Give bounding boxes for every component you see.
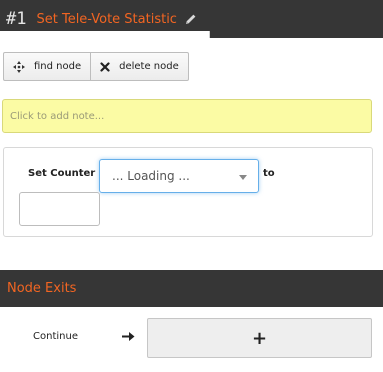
find-node-label: find node	[34, 61, 82, 72]
exit-continue-target-button[interactable]: +	[147, 318, 372, 358]
counter-select-value: ... Loading ...	[112, 169, 190, 183]
counter-value-input[interactable]	[19, 192, 100, 226]
crosshair-icon	[13, 60, 25, 73]
header-tab	[0, 31, 210, 38]
close-icon	[100, 61, 110, 72]
add-target-label: +	[251, 327, 268, 349]
node-toolbar: find node delete node	[3, 52, 189, 81]
delete-node-button[interactable]: delete node	[90, 53, 188, 80]
counter-panel: Set Counter ... Loading ... to	[3, 147, 373, 237]
exit-continue-label: Continue	[33, 331, 78, 342]
to-label: to	[263, 168, 275, 179]
counter-select[interactable]: ... Loading ...	[99, 159, 259, 193]
delete-node-label: delete node	[119, 61, 179, 72]
node-exits-header: Node Exits	[0, 270, 383, 307]
pencil-icon[interactable]	[185, 13, 197, 25]
node-number: #1	[6, 9, 27, 29]
node-title[interactable]: Set Tele-Vote Statistic	[36, 12, 176, 27]
add-note-field[interactable]: Click to add note...	[2, 99, 372, 133]
node-header: #1 Set Tele-Vote Statistic	[0, 0, 383, 38]
set-counter-label: Set Counter	[28, 168, 96, 179]
find-node-button[interactable]: find node	[4, 53, 90, 80]
note-placeholder: Click to add note...	[10, 110, 105, 122]
chevron-down-icon	[239, 175, 247, 180]
arrow-right-icon	[122, 331, 135, 342]
node-exits-title: Node Exits	[7, 281, 77, 296]
